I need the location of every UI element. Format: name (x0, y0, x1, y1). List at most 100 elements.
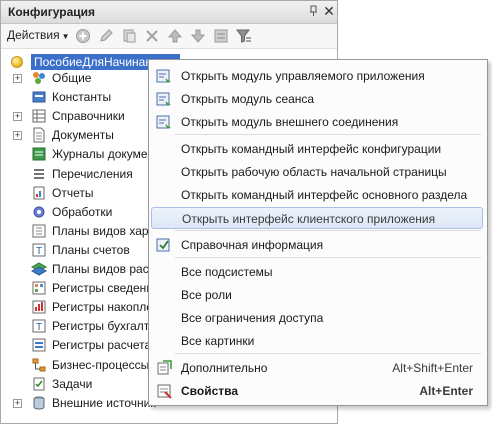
menu-item[interactable]: Все подсистемы (151, 261, 483, 283)
tree-item[interactable]: + Внешние источник (1, 394, 161, 413)
menu-item-label: Открыть командный интерфейс основного ра… (181, 188, 468, 202)
accum-registers-icon (31, 299, 47, 315)
module-icon (156, 68, 172, 84)
expand-icon[interactable]: + (13, 131, 22, 141)
actions-menu-button[interactable]: Действия ▼ (7, 28, 70, 42)
add-icon[interactable] (75, 28, 91, 44)
tree-item[interactable]: + Общие (1, 69, 161, 88)
properties-icon (156, 383, 172, 399)
tree-item-label: Справочники (52, 109, 125, 124)
additional-icon (156, 360, 172, 376)
svg-text:T: T (36, 322, 42, 333)
external-sources-icon (31, 395, 47, 411)
tree-item[interactable]: Бизнес-процессы (1, 356, 161, 375)
tree-item-label: Регистры расчета (52, 338, 152, 353)
tree-item-label: Регистры бухгалтер (52, 319, 163, 334)
tree-item[interactable]: T Планы счетов (1, 241, 161, 260)
constants-icon (31, 89, 47, 105)
pin-icon[interactable] (309, 4, 319, 18)
enums-icon (31, 166, 47, 182)
journals-icon (31, 146, 47, 162)
edit-icon[interactable] (98, 28, 114, 44)
tree-item[interactable]: Обработки (1, 203, 161, 222)
tree-item[interactable]: Задачи (1, 375, 161, 394)
configuration-root-icon (11, 56, 23, 68)
chart-of-accounts-icon: T (31, 242, 47, 258)
tree-item-label: Задачи (52, 376, 93, 391)
menu-item-label: Свойства (181, 384, 239, 398)
menu-item-label: Все роли (181, 288, 232, 302)
menu-item-label: Дополнительно (181, 361, 268, 375)
menu-item[interactable]: Открыть модуль сеанса (151, 88, 483, 110)
menu-item-shortcut: Alt+Shift+Enter (392, 361, 473, 375)
menu-item[interactable]: Дополнительно Alt+Shift+Enter (151, 357, 483, 379)
move-up-icon[interactable] (167, 28, 183, 44)
menu-item[interactable]: Открыть интерфейс клиентского приложения (151, 207, 483, 229)
dataprocessors-icon (31, 204, 47, 220)
tree-item[interactable]: + Справочники (1, 107, 161, 126)
menu-item[interactable]: Все ограничения доступа (151, 307, 483, 329)
documents-icon (31, 127, 47, 143)
filter-icon[interactable] (236, 28, 252, 44)
panel-titlebar: Конфигурация ✕ (1, 1, 337, 24)
tree-item[interactable]: Отчеты (1, 184, 161, 203)
tree-item-label: Обработки (52, 204, 113, 219)
tree-item-label: Отчеты (52, 185, 94, 200)
expand-icon[interactable]: + (13, 112, 22, 122)
menu-item-label: Открыть модуль сеанса (181, 92, 315, 106)
chevron-down-icon: ▼ (61, 32, 70, 41)
menu-separator (175, 257, 481, 258)
tree-item-label: Бизнес-процессы (52, 357, 150, 372)
tree-item[interactable]: Регистры расчета (1, 336, 161, 355)
tree-item[interactable]: Планы видов расче (1, 260, 162, 279)
context-menu: Открыть модуль управляемого приложения От… (148, 59, 488, 406)
menu-separator (175, 353, 481, 354)
menu-item-shortcut: Alt+Enter (419, 384, 473, 398)
tree-item[interactable]: + Документы (1, 126, 161, 145)
tree-item[interactable]: Регистры сведени (1, 279, 161, 298)
menu-item-label: Открыть модуль внешнего соединения (181, 115, 399, 129)
move-down-icon[interactable] (190, 28, 206, 44)
tree-item[interactable]: Перечисления (1, 165, 161, 184)
menu-item[interactable]: Все роли (151, 284, 483, 306)
menu-item-label: Открыть командный интерфейс конфигурации (181, 142, 442, 156)
menu-item[interactable]: Справочная информация (151, 234, 483, 256)
panel-title: Конфигурация (8, 5, 96, 19)
tree-item[interactable]: Журналы документ (1, 145, 161, 164)
delete-icon[interactable] (144, 28, 160, 44)
menu-item[interactable]: Все картинки (151, 330, 483, 352)
tree-item-label: Планы счетов (52, 242, 130, 257)
chart-of-calc-types-icon (30, 261, 48, 277)
menu-item-label: Открыть интерфейс клиентского приложения (182, 212, 436, 226)
menu-item[interactable]: Открыть командный интерфейс конфигурации (151, 138, 483, 160)
tree-item[interactable]: T Регистры бухгалтер (1, 317, 163, 336)
calc-registers-icon (31, 337, 47, 353)
menu-item[interactable]: Открыть командный интерфейс основного ра… (151, 184, 483, 206)
module-icon (156, 114, 172, 130)
menu-item-label: Все картинки (181, 334, 255, 348)
tree-item-label: Документы (52, 128, 114, 143)
tree-item[interactable]: Регистры накопле (1, 298, 161, 317)
toolbar: Действия ▼ (1, 24, 337, 49)
menu-item[interactable]: Открыть модуль внешнего соединения (151, 111, 483, 133)
copy-icon[interactable] (121, 28, 137, 44)
svg-text:T: T (36, 246, 42, 257)
menu-item-label: Все ограничения доступа (181, 311, 324, 325)
chart-of-characteristics-icon (31, 223, 47, 239)
menu-item[interactable]: Открыть рабочую область начальной страни… (151, 161, 483, 183)
tree-item[interactable]: Константы (1, 88, 161, 107)
tree-item[interactable]: Планы видов харак (1, 222, 161, 241)
menu-item[interactable]: Открыть модуль управляемого приложения (151, 65, 483, 87)
sort-icon[interactable] (213, 28, 229, 44)
menu-item[interactable]: Свойства Alt+Enter (151, 380, 483, 402)
tree-item-label: Регистры сведени (52, 281, 154, 296)
tree-item-label: Перечисления (52, 166, 133, 181)
tree-item-label: Журналы документ (52, 147, 160, 162)
tree-item-label: Планы видов харак (52, 223, 161, 238)
business-processes-icon (31, 357, 47, 373)
menu-separator (175, 230, 481, 231)
expand-icon[interactable]: + (13, 398, 22, 408)
close-icon[interactable]: ✕ (322, 3, 336, 19)
tree-item-label: Планы видов расче (52, 262, 162, 276)
expand-icon[interactable]: + (13, 74, 22, 83)
